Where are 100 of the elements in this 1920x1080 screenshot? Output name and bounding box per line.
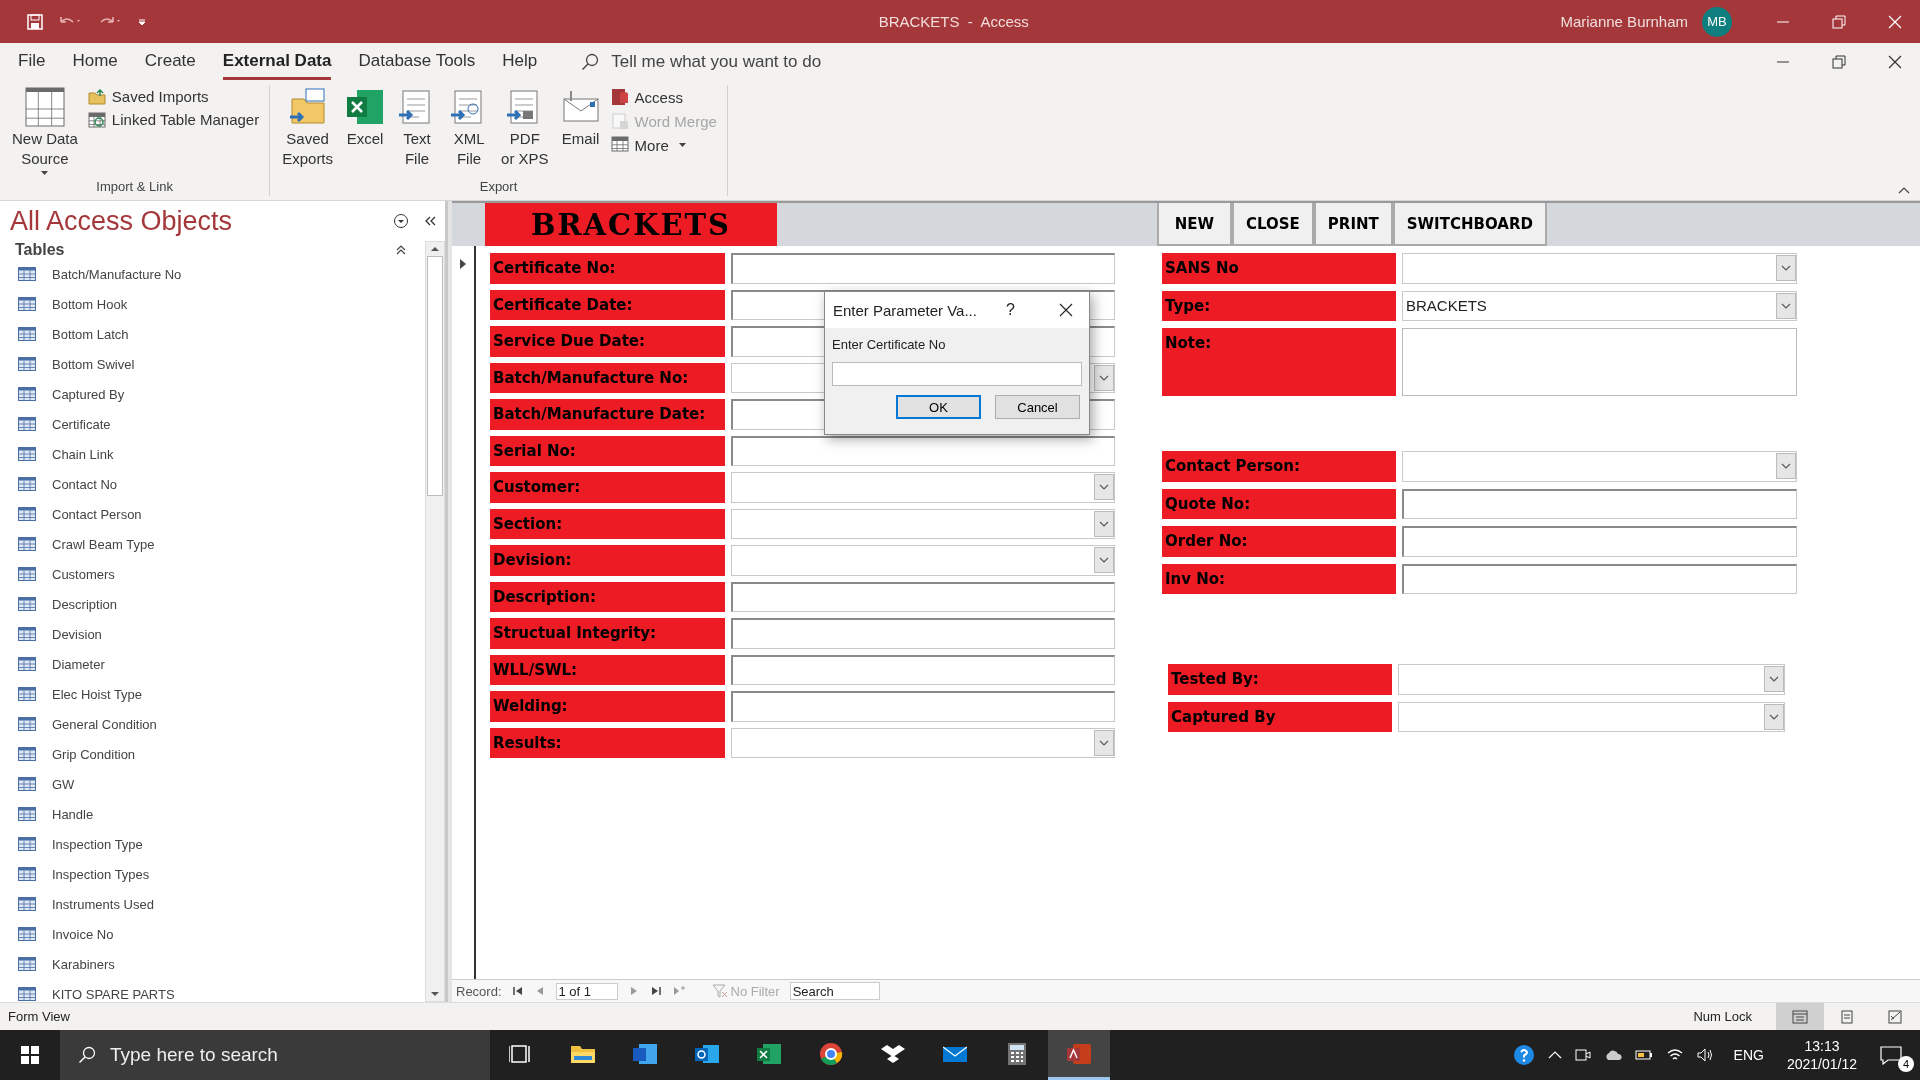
table-list-item[interactable]: Description (0, 589, 425, 619)
table-list-item[interactable]: Bottom Hook (0, 289, 425, 319)
input-field[interactable] (731, 581, 1115, 612)
dropdown-field[interactable] (731, 545, 1115, 576)
table-list-item[interactable]: Inspection Type (0, 829, 425, 859)
speaker-icon[interactable] (1696, 1048, 1715, 1062)
dropdown-field[interactable] (1398, 664, 1785, 695)
last-record-icon[interactable] (649, 985, 662, 997)
search-field[interactable]: Search (789, 982, 880, 1000)
table-list-item[interactable]: Invoice No (0, 919, 425, 949)
new-record-icon[interactable] (671, 985, 686, 997)
cloud-icon[interactable] (1603, 1048, 1622, 1062)
dropdown-field[interactable] (731, 727, 1115, 758)
form-view-icon[interactable] (1792, 1009, 1808, 1024)
input-field[interactable] (1402, 488, 1797, 519)
ribbon-tab[interactable]: External Data (222, 44, 332, 80)
clock-date[interactable]: 2021/01/12 (1786, 1055, 1857, 1073)
language-indicator[interactable]: ENG (1733, 1047, 1764, 1063)
input-field[interactable] (1402, 563, 1797, 594)
dropdown-field[interactable] (1402, 253, 1797, 284)
ribbon-button[interactable]: PDF or XPS (497, 85, 553, 179)
ribbon-button[interactable]: Text File (393, 85, 442, 179)
help-icon[interactable] (1512, 1044, 1535, 1066)
ribbon-button[interactable]: XML File (445, 85, 494, 179)
layout-view-icon[interactable] (1840, 1009, 1856, 1024)
dropdown-field[interactable] (1398, 701, 1785, 732)
dropdown-field[interactable] (1402, 451, 1797, 482)
customize-caret-icon[interactable] (137, 16, 147, 27)
collapse-pane-icon[interactable] (423, 214, 437, 228)
table-list-item[interactable]: Chain Link (0, 439, 425, 469)
table-list-item[interactable]: Customers (0, 559, 425, 589)
scrollbar-thumb[interactable] (427, 256, 443, 496)
table-list-item[interactable]: Diameter (0, 649, 425, 679)
table-list-item[interactable]: Captured By (0, 379, 425, 409)
tell-me-search[interactable]: Tell me what you want to do (581, 52, 822, 72)
form-button[interactable]: SWITCHBOARD (1392, 203, 1547, 246)
table-list-item[interactable]: Elec Hoist Type (0, 679, 425, 709)
section-header[interactable]: Tables (15, 241, 395, 259)
dropdown-circle-icon[interactable] (393, 213, 409, 229)
ribbon-tab[interactable]: Home (72, 44, 118, 80)
table-list-item[interactable]: Karabiners (0, 949, 425, 979)
windows-logo-icon[interactable] (21, 1046, 39, 1064)
input-field[interactable] (832, 362, 1082, 386)
table-list-item[interactable]: Devision (0, 619, 425, 649)
form-button[interactable]: PRINT (1313, 203, 1393, 246)
table-list-item[interactable]: Crawl Beam Type (0, 529, 425, 559)
ribbon-button[interactable]: Email (556, 85, 605, 179)
input-field[interactable] (731, 654, 1115, 685)
input-field[interactable] (731, 435, 1115, 466)
ribbon-button[interactable]: Saved Exports (278, 85, 338, 179)
dropdown-field[interactable] (731, 472, 1115, 503)
ribbon-button[interactable]: More (608, 133, 719, 157)
table-list-item[interactable]: Batch/Manufacture No (0, 259, 425, 289)
table-list-item[interactable]: Grip Condition (0, 739, 425, 769)
table-list-item[interactable]: Contact No (0, 469, 425, 499)
form-button[interactable]: NEW (1157, 203, 1232, 246)
save-icon[interactable] (27, 13, 43, 30)
form-button[interactable]: CLOSE (1232, 203, 1314, 246)
input-field[interactable] (731, 253, 1115, 284)
ribbon-button[interactable]: Access (608, 85, 719, 109)
ribbon-tab[interactable]: File (18, 44, 46, 80)
user-avatar[interactable]: MB (1702, 6, 1732, 37)
notification-icon[interactable] (1880, 1045, 1902, 1065)
close-icon[interactable] (1888, 55, 1902, 69)
table-list-item[interactable]: Bottom Latch (0, 319, 425, 349)
taskbar-search-field[interactable]: Type here to search (60, 1030, 490, 1080)
wifi-icon[interactable] (1665, 1048, 1684, 1062)
dialog-button[interactable]: Cancel (995, 395, 1080, 419)
ribbon-tab[interactable]: Database Tools (358, 44, 476, 80)
collapse-ribbon-icon[interactable] (1898, 186, 1910, 194)
dropdown-field[interactable] (731, 508, 1115, 539)
help-button[interactable]: ? (1006, 301, 1015, 319)
record-position-field[interactable]: 1 of 1 (555, 982, 618, 1000)
table-list-item[interactable]: GW (0, 769, 425, 799)
chevron-up-icon[interactable] (1547, 1050, 1562, 1060)
table-list-item[interactable]: General Condition (0, 709, 425, 739)
battery-icon[interactable] (1634, 1048, 1653, 1062)
input-field[interactable] (731, 618, 1115, 649)
input-field[interactable] (731, 691, 1115, 722)
restore-icon[interactable] (1832, 14, 1846, 29)
scrollbar[interactable] (425, 241, 445, 1002)
ribbon-tab[interactable]: Create (144, 44, 196, 80)
ribbon-tab[interactable]: Help (502, 44, 538, 80)
dropdown-field[interactable]: BRACKETS (1402, 290, 1797, 321)
dialog-button[interactable]: OK (896, 395, 981, 419)
restore-icon[interactable] (1832, 55, 1846, 69)
table-list-item[interactable]: Instruments Used (0, 889, 425, 919)
text-area[interactable] (1402, 328, 1797, 396)
ribbon-button[interactable]: New Data Source (8, 85, 82, 179)
table-list-item[interactable]: Handle (0, 799, 425, 829)
design-view-icon[interactable] (1888, 1009, 1904, 1024)
table-list-item[interactable]: Inspection Types (0, 859, 425, 889)
table-list-item[interactable]: Bottom Swivel (0, 349, 425, 379)
close-icon[interactable] (1059, 303, 1073, 317)
first-record-icon[interactable] (511, 985, 524, 997)
input-field[interactable] (1402, 526, 1797, 557)
ribbon-button[interactable]: Excel (341, 85, 390, 179)
camera-icon[interactable] (1574, 1047, 1591, 1063)
table-list-item[interactable]: Certificate (0, 409, 425, 439)
table-list-item[interactable]: KITO SPARE PARTS (0, 979, 425, 1002)
